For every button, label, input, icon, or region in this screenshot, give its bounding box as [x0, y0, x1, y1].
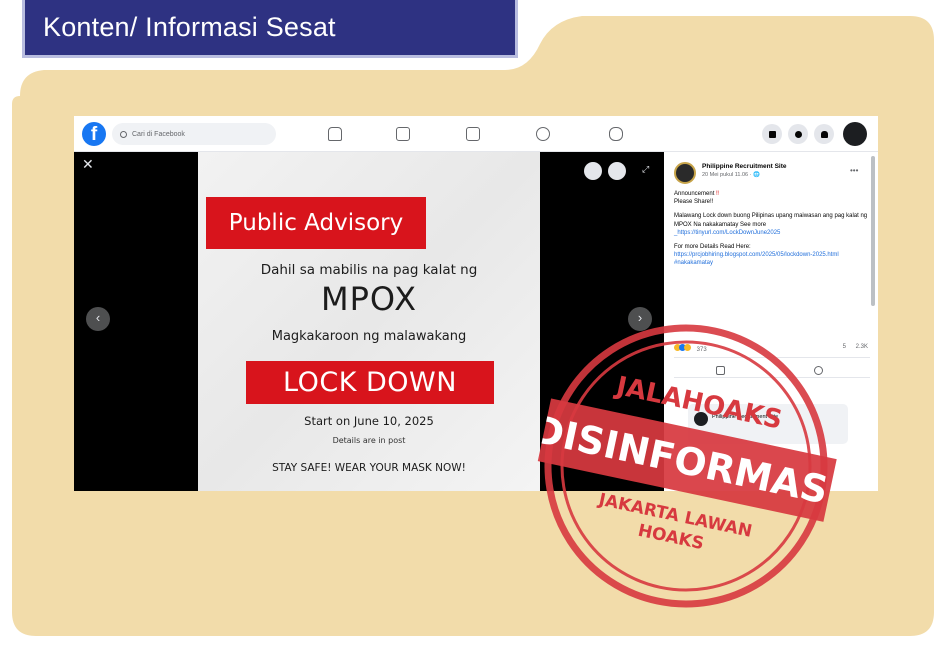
messenger-icon[interactable]: [788, 124, 808, 144]
post-timestamp[interactable]: 20 Mei pukul 11.06 · 🌐: [702, 172, 760, 178]
post-body: Announcement ‼ Please Share!! Malawang Lo…: [674, 190, 870, 274]
menu-grid-glyph: [768, 130, 776, 138]
page-title: Konten/ Informasi Sesat: [43, 12, 336, 42]
comment-count[interactable]: 5: [843, 344, 846, 350]
video-icon[interactable]: [396, 127, 410, 141]
more-options-icon[interactable]: •••: [850, 166, 858, 175]
fullscreen-icon[interactable]: ⤢: [642, 164, 649, 175]
page-avatar[interactable]: [674, 162, 696, 184]
disinformation-stamp: JALAHOAKS DISINFORMASI JAKARTA LAWAN HOA…: [513, 293, 859, 639]
messenger-glyph: [794, 130, 802, 138]
post-announcement: Announcement ‼ Please Share!!: [674, 190, 870, 206]
poster-line-2: Magkakaroon ng malawakang: [271, 329, 467, 344]
poster-line-1: Dahil sa mabilis na pag kalat ng: [260, 262, 478, 278]
sidebar-scrollbar[interactable]: [871, 156, 875, 306]
facebook-logo-icon[interactable]: f: [82, 122, 106, 146]
page-name[interactable]: Philippine Recruitment Site: [702, 163, 787, 170]
announcement-label: Announcement: [674, 191, 715, 197]
more-details-link[interactable]: https://prcjobhiring.blogspot.com/2025/0…: [674, 252, 839, 258]
stamp-graphic: JALAHOAKS DISINFORMASI JAKARTA LAWAN HOA…: [528, 324, 847, 608]
poster-disease: MPOX: [321, 280, 417, 318]
search-icon: [120, 130, 127, 138]
gaming-icon[interactable]: [609, 127, 623, 141]
post-paragraph: Malawang Lock down buong Pilipinas upang…: [674, 212, 870, 237]
poster-footer: STAY SAFE! WEAR YOUR MASK NOW!: [272, 462, 466, 474]
groups-icon[interactable]: [536, 127, 550, 141]
post-more-details: For more Details Read Here: https://prcjo…: [674, 243, 870, 268]
search-placeholder: Cari di Facebook: [132, 130, 185, 138]
profile-avatar[interactable]: [843, 122, 867, 146]
bell-glyph: [820, 130, 828, 138]
facebook-top-bar: f Cari di Facebook: [74, 116, 878, 152]
page: Konten/ Informasi Sesat f Cari di Facebo…: [0, 0, 935, 645]
zoom-out-icon[interactable]: [608, 162, 626, 180]
more-details-label: For more Details Read Here:: [674, 244, 751, 251]
title-tab: Konten/ Informasi Sesat: [22, 0, 518, 58]
poster-headline: Public Advisory: [206, 197, 426, 249]
poster-lockdown-banner: LOCK DOWN: [246, 361, 494, 404]
marketplace-icon[interactable]: [466, 127, 480, 141]
previous-photo-button[interactable]: ‹: [86, 307, 110, 331]
poster-details-note: Details are in post: [332, 436, 406, 445]
notifications-icon[interactable]: [814, 124, 834, 144]
advisory-poster: Public Advisory Dahil sa mabilis na pag …: [198, 152, 540, 491]
double-exclamation-icon: ‼: [716, 191, 720, 197]
poster-start-date: Start on June 10, 2025: [304, 414, 434, 428]
please-share-text: Please Share!!: [674, 199, 714, 206]
post-body-link[interactable]: _https://tinyurl.com/LockDownJune2025: [674, 230, 780, 236]
menu-grid-icon[interactable]: [762, 124, 782, 144]
home-icon[interactable]: [328, 127, 342, 141]
post-hashtag[interactable]: #nakakamatay: [674, 260, 713, 266]
zoom-in-icon[interactable]: [584, 162, 602, 180]
close-icon[interactable]: ✕: [82, 156, 94, 173]
post-body-text: Malawang Lock down buong Pilipinas upang…: [674, 213, 868, 228]
search-input[interactable]: Cari di Facebook: [112, 123, 276, 145]
share-count[interactable]: 2.3K: [856, 344, 868, 350]
